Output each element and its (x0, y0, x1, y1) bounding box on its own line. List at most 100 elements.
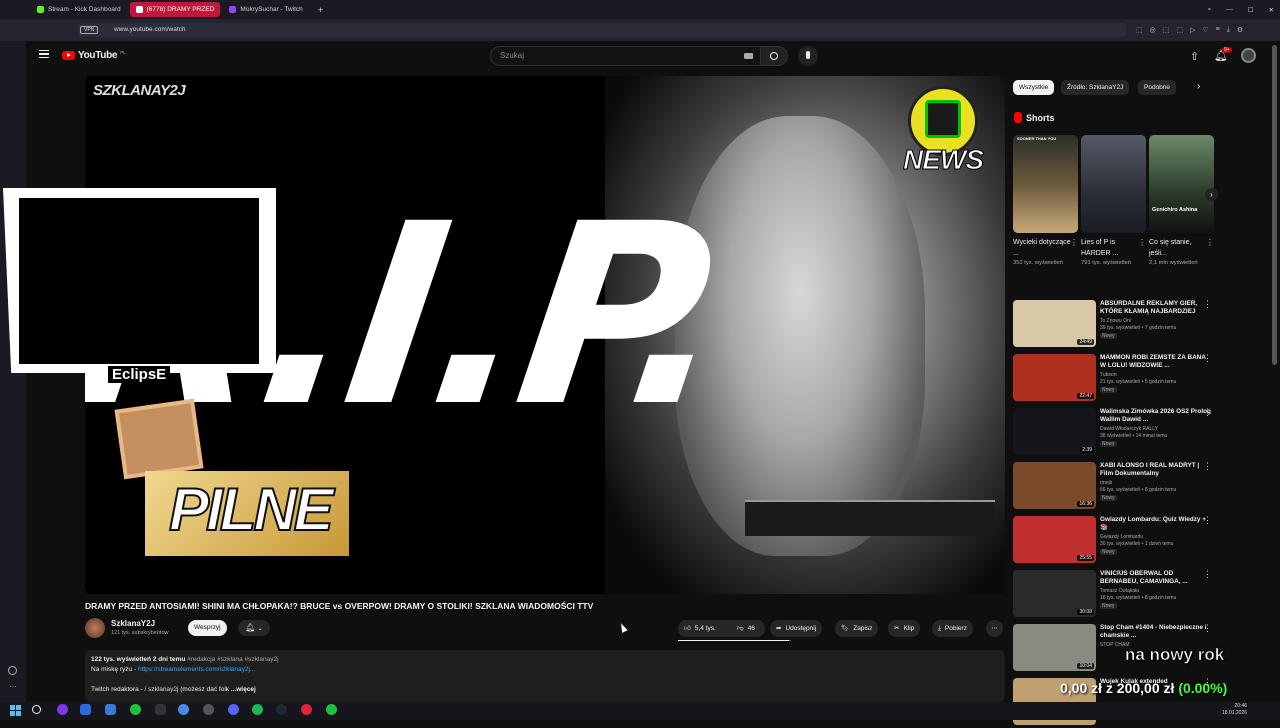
vpn-badge[interactable]: VPN (80, 26, 99, 34)
short-menu-icon[interactable]: ⋮ (1206, 238, 1214, 247)
taskbar-app-icon[interactable] (130, 704, 141, 715)
short-overlay-text: SOONER THAN YOU (1017, 136, 1057, 141)
short-item[interactable]: Genichiro Ashina Co się stanie, jeśli...… (1149, 135, 1214, 268)
save-button[interactable]: 🔖︎ Zapisz (835, 620, 879, 637)
url-field[interactable]: www.youtube.com/watch (78, 23, 1126, 37)
maximize-button[interactable]: ☐ (1242, 2, 1260, 17)
taskbar-app-icon[interactable] (80, 704, 91, 715)
taskbar-app-icon[interactable] (203, 704, 214, 715)
video-menu-icon[interactable]: ⋮ (1203, 516, 1212, 525)
sidebar-more-icon[interactable]: ⋯ (9, 682, 17, 691)
shorts-next-icon[interactable]: › (1205, 188, 1218, 201)
download-button[interactable]: ⤓ Pobierz (932, 620, 973, 637)
related-video-item[interactable]: 24:49 ABSURDALNE REKLAMY GIER, KTÓRE KŁAM… (1013, 300, 1218, 350)
taskbar-app-icon[interactable] (326, 704, 337, 715)
video-menu-icon[interactable]: ⋮ (1203, 408, 1212, 417)
notifications-count: 9+ (1222, 47, 1232, 53)
short-menu-icon[interactable]: ⋮ (1138, 238, 1146, 247)
download-icon[interactable]: ⤓ (1227, 26, 1230, 34)
voice-search-button[interactable] (798, 46, 818, 66)
related-video-item[interactable]: 22:47 MAMMON ROBI ZEMSTE ZA BANA W LOLU! … (1013, 354, 1218, 404)
video-duration: 30:08 (1077, 609, 1094, 615)
support-button[interactable]: Wesprzyj (188, 620, 227, 636)
related-video-item[interactable]: 30:08 VINICIUS OBERWAL OD BERNABEU, CAMAV… (1013, 570, 1218, 620)
dislike-button[interactable]: 👎︎ 46 (735, 620, 765, 637)
chip-source[interactable]: Źródło: SzklanaY2J (1061, 80, 1130, 95)
play-icon[interactable]: ▷ (1190, 26, 1195, 34)
close-window-button[interactable]: ✕ (1263, 2, 1280, 17)
video-menu-icon[interactable]: ⋮ (1203, 354, 1212, 363)
camera-icon[interactable]: ◎ (1150, 26, 1156, 34)
share-label: Udostępnij (785, 625, 817, 632)
news-badge: NEWS (903, 86, 988, 186)
discord-icon[interactable] (228, 704, 239, 715)
hamburger-menu-icon[interactable] (39, 50, 49, 58)
extension-icon[interactable]: ⬚ (1163, 26, 1170, 34)
search-button[interactable] (760, 46, 788, 66)
video-menu-icon[interactable]: ⋮ (1203, 624, 1212, 633)
hashtags[interactable]: #redakcja #szklana #szklanay2j (187, 656, 278, 663)
settings-icon[interactable]: ⚙ (1237, 26, 1243, 34)
more-actions-button[interactable]: ⋯ (986, 620, 1003, 637)
page-scrollbar[interactable] (1272, 45, 1277, 365)
tab-twitch[interactable]: MokrySuchar - Twitch (223, 2, 308, 17)
thumbs-down-icon: 👎︎ (737, 625, 744, 632)
avatar[interactable] (1241, 48, 1256, 63)
video-menu-icon[interactable]: ⋮ (1203, 570, 1212, 579)
new-tab-button[interactable]: + (312, 2, 329, 17)
related-video-channel: Gwiazdy Lombardu (1100, 534, 1144, 540)
sidebar-clock-icon[interactable] (8, 666, 17, 675)
show-more-link[interactable]: ...więcej (231, 686, 256, 693)
donation-percent: (0.00%) (1178, 680, 1228, 696)
short-menu-icon[interactable]: ⋮ (1070, 238, 1078, 247)
keyboard-icon[interactable] (744, 53, 753, 59)
microphone-icon (806, 51, 810, 59)
channel-avatar[interactable] (85, 618, 105, 638)
epic-games-icon[interactable] (155, 704, 166, 715)
donation-link[interactable]: https://streamelements.com/szklanay2j... (138, 666, 255, 673)
video-duration: 25:55 (1077, 555, 1094, 561)
short-item[interactable]: Lies of P is HARDER ... 791 tys. wyświet… (1081, 135, 1146, 268)
search-tabs-icon[interactable]: ⌕ (1202, 2, 1218, 17)
share-button[interactable]: ➦ Udostępnij (770, 620, 823, 637)
related-video-item[interactable]: 2:39 Walimska Zimówka 2026 OS2 Prolog Wal… (1013, 408, 1218, 458)
menu-icon[interactable]: ≡ (1216, 26, 1220, 34)
upload-icon[interactable]: ⇧ (1190, 50, 1199, 63)
steam-icon[interactable] (276, 704, 287, 715)
taskbar-clock[interactable]: 20:46 18.01.2026 (1222, 703, 1247, 717)
taskbar-app-icon[interactable] (178, 704, 189, 715)
subscribe-bell-button[interactable]: 🔔︎ ⌄ (238, 620, 270, 636)
new-badge: Nowy (1100, 603, 1117, 609)
channel-watermark: SZKLANAY2J (93, 82, 186, 99)
related-video-item[interactable]: 25:55 Gwiazdy Lombardu: Quiz Wiedzy + 📚 Gw… (1013, 516, 1218, 566)
chip-similar[interactable]: Podobne (1138, 80, 1177, 95)
related-video-meta: 66 tys. wyświetleń • 8 godzin temu (1100, 487, 1177, 493)
like-button[interactable]: 👍︎ 5,4 tys. (678, 620, 735, 637)
search-input[interactable]: Szukaj (490, 46, 760, 66)
heart-icon[interactable]: ♡ (1202, 26, 1208, 34)
channel-name[interactable]: SzklanaY2J (111, 619, 155, 628)
windows-start-icon[interactable] (10, 705, 21, 716)
tab-kick[interactable]: Stream - Kick Dashboard (31, 2, 127, 17)
taskbar-app-icon[interactable] (105, 704, 116, 715)
taskbar-search-icon[interactable] (32, 705, 41, 714)
spotify-icon[interactable] (252, 704, 263, 715)
chevron-right-icon[interactable]: › (1197, 81, 1200, 92)
related-video-channel: Tubson (1100, 372, 1117, 378)
opera-icon[interactable] (301, 704, 312, 715)
video-menu-icon[interactable]: ⋮ (1203, 300, 1212, 309)
video-menu-icon[interactable]: ⋮ (1203, 462, 1212, 471)
chip-all[interactable]: Wszystkie (1013, 80, 1055, 95)
short-item[interactable]: SOONER THAN YOU Wycieki dotyczące ... 35… (1013, 135, 1078, 268)
youtube-logo[interactable]: YouTube PL (62, 50, 126, 61)
bookmark-icon[interactable]: ⬚ (1176, 26, 1183, 34)
description-box[interactable]: 122 tys. wyświetleń 2 dni temu #redakcja… (85, 650, 1005, 702)
twitch-link[interactable]: / szklanay2j (144, 686, 178, 693)
youtube-play-icon (62, 51, 75, 60)
related-video-item[interactable]: 16:36 XABI ALONSO I REAL MADRYT | Film Do… (1013, 462, 1218, 512)
taskbar-app-icon[interactable] (57, 704, 68, 715)
tab-youtube[interactable]: (6778) DRAMY PRZED (129, 2, 221, 17)
minimize-button[interactable]: — (1220, 2, 1239, 17)
clip-button[interactable]: ✂ Klip (888, 620, 921, 637)
extension-icon[interactable]: ⬚ (1136, 26, 1143, 34)
